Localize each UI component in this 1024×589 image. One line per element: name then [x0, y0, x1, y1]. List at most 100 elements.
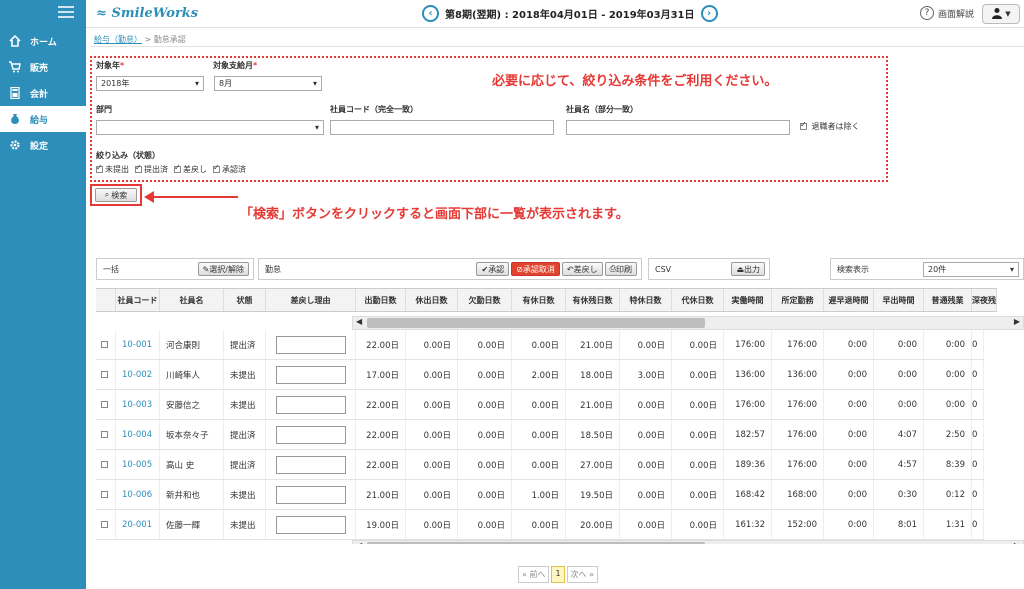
column-header[interactable]: 所定勤務	[772, 289, 824, 311]
column-header[interactable]: 休出日数	[406, 289, 458, 311]
column-header[interactable]: 代休日数	[672, 289, 724, 311]
select-clear-button[interactable]: ✎ 選択/解除	[197, 262, 249, 276]
csv-output-button[interactable]: ⏏ 出力	[731, 262, 765, 276]
table-row[interactable]: 10-005 高山 史提出済 22.00日 0.00日 0.00日 0.00日 27.00日…	[96, 450, 985, 480]
employee-code-link[interactable]: 10-004	[116, 420, 160, 449]
row-checkbox[interactable]	[96, 480, 116, 509]
column-header[interactable]: 有休残日数	[566, 289, 620, 311]
employee-code-link[interactable]: 10-003	[116, 390, 160, 419]
scrollbar-thumb[interactable]	[367, 318, 705, 328]
sidebar-item-payroll[interactable]: 給与	[0, 106, 86, 132]
print-button[interactable]: ⎙ 印刷	[604, 262, 637, 276]
sidebar-item-sales[interactable]: 販売	[0, 54, 86, 80]
column-header[interactable]: 早出時間	[874, 289, 924, 311]
employee-code-link[interactable]: 10-002	[116, 360, 160, 389]
sidebar-item-accounting[interactable]: 会計	[0, 80, 86, 106]
next-period-icon[interactable]: ›	[700, 5, 718, 22]
column-header[interactable]: 有休日数	[512, 289, 566, 311]
row-checkbox[interactable]	[96, 330, 116, 359]
status-submitted-checkbox[interactable]: 提出済	[135, 163, 168, 175]
cell-6: 0.00日	[458, 450, 512, 479]
sendback-reason-input[interactable]	[266, 390, 356, 419]
bottom-horizontal-scrollbar[interactable]: ◀ ▶	[352, 540, 1024, 544]
prev-page-button[interactable]: « 前へ	[518, 566, 550, 583]
next-page-button[interactable]: 次へ »	[566, 566, 598, 583]
row-checkbox[interactable]	[96, 390, 116, 419]
row-checkbox[interactable]	[96, 510, 116, 539]
exclude-retired-checkbox[interactable]: 退職者は除く	[800, 120, 860, 132]
checkbox-icon	[800, 120, 807, 130]
cell-8: 27.00日	[566, 450, 620, 479]
display-count-select[interactable]: 20件	[923, 261, 1019, 277]
cell-7: 1.00日	[512, 480, 566, 509]
approve-button[interactable]: ✔ 承認	[476, 262, 510, 276]
scroll-left-icon[interactable]: ◀	[356, 317, 362, 326]
scrollbar-thumb[interactable]	[367, 542, 705, 544]
column-header[interactable]: 特休日数	[620, 289, 672, 311]
user-menu-button[interactable]: ▼	[982, 4, 1020, 24]
sendback-reason-field[interactable]	[275, 395, 346, 414]
employee-name-input[interactable]	[566, 120, 790, 135]
sendback-reason-field[interactable]	[275, 485, 346, 504]
cancel-approval-button[interactable]: ⊘ 承認取消	[511, 262, 560, 276]
status-unsubmitted-checkbox[interactable]: 未提出	[96, 163, 129, 175]
column-header[interactable]: 差戻し理由	[266, 289, 356, 311]
column-header[interactable]: 欠勤日数	[458, 289, 512, 311]
cell-9: 0.00日	[620, 420, 672, 449]
sendback-reason-input[interactable]	[266, 480, 356, 509]
table-row[interactable]: 20-001 佐藤一輝 未提出 19.00日 0.00日 0.00日 0.00日 20.00日…	[96, 510, 985, 540]
column-header[interactable]: 普通残業	[924, 289, 972, 311]
scroll-right-icon[interactable]: ▶	[1014, 317, 1020, 326]
table-row[interactable]: 10-004 坂本奈々子 提出済 22.00日 0.00日 0.00日 0.00日 18.50…	[96, 420, 985, 450]
employee-code-link[interactable]: 10-001	[116, 330, 160, 359]
column-header[interactable]: 深夜残	[972, 289, 997, 311]
sendback-reason-input[interactable]	[266, 360, 356, 389]
employee-code-input[interactable]	[330, 120, 554, 135]
sendback-reason-field[interactable]	[275, 455, 346, 474]
cell-13: 0:00	[824, 330, 874, 359]
current-page[interactable]: 1	[551, 566, 565, 583]
month-select[interactable]: 8月	[214, 76, 322, 91]
sendback-reason-field[interactable]	[275, 335, 346, 354]
sendback-reason-input[interactable]	[266, 450, 356, 479]
hamburger-icon[interactable]	[58, 6, 74, 18]
search-button[interactable]: ⌕ 検索	[95, 188, 137, 202]
sidebar-item-home[interactable]: ホーム	[0, 28, 86, 54]
scroll-right-icon[interactable]: ▶	[1014, 541, 1020, 544]
sendback-reason-field[interactable]	[275, 365, 346, 384]
table-row[interactable]: 10-002 川崎隼人 未提出 17.00日 0.00日 0.00日 2.00日 18.00日…	[96, 360, 985, 390]
employee-code-link[interactable]: 10-006	[116, 480, 160, 509]
status-approved-checkbox[interactable]: 承認済	[213, 163, 246, 175]
top-horizontal-scrollbar[interactable]: ◀ ▶	[352, 316, 1024, 330]
row-checkbox[interactable]	[96, 450, 116, 479]
attendance-label: 勤怠	[265, 264, 281, 274]
table-row[interactable]: 10-001 河合康則 提出済 22.00日 0.00日 0.00日 0.00日 21.00日…	[96, 330, 985, 360]
employee-code-link[interactable]: 10-005	[116, 450, 160, 479]
app-logo[interactable]: ≈ SmileWorks	[96, 6, 198, 21]
help-link[interactable]: ? 画面解説	[920, 6, 974, 20]
status-sentback-checkbox[interactable]: 差戻し	[174, 163, 207, 175]
column-header[interactable]: 実働時間	[724, 289, 772, 311]
sidebar-item-settings[interactable]: 設定	[0, 132, 86, 158]
column-header[interactable]: 社員コード	[116, 289, 160, 311]
dept-select[interactable]	[96, 120, 324, 135]
prev-period-icon[interactable]: ‹	[422, 5, 439, 22]
breadcrumb-parent[interactable]: 給与（勤怠）	[94, 35, 142, 44]
sendback-reason-input[interactable]	[266, 420, 356, 449]
column-header[interactable]: 出勤日数	[356, 289, 406, 311]
column-header[interactable]: 社員名	[160, 289, 224, 311]
table-row[interactable]: 10-006 新井和也 未提出 21.00日 0.00日 0.00日 1.00日 19.50日…	[96, 480, 985, 510]
sendback-reason-field[interactable]	[275, 425, 346, 444]
sendback-reason-input[interactable]	[266, 510, 356, 539]
column-header[interactable]: 遅早退時間	[824, 289, 874, 311]
employee-code-link[interactable]: 20-001	[116, 510, 160, 539]
year-select[interactable]: 2018年	[96, 76, 204, 91]
sendback-reason-field[interactable]	[275, 515, 346, 534]
table-row[interactable]: 10-003 安藤信之 未提出 22.00日 0.00日 0.00日 0.00日 21.00日…	[96, 390, 985, 420]
row-checkbox[interactable]	[96, 360, 116, 389]
send-back-button[interactable]: ↶ 差戻し	[561, 262, 603, 276]
sendback-reason-input[interactable]	[266, 330, 356, 359]
row-checkbox[interactable]	[96, 420, 116, 449]
column-header[interactable]: 状態	[224, 289, 266, 311]
scroll-left-icon[interactable]: ◀	[356, 541, 362, 544]
